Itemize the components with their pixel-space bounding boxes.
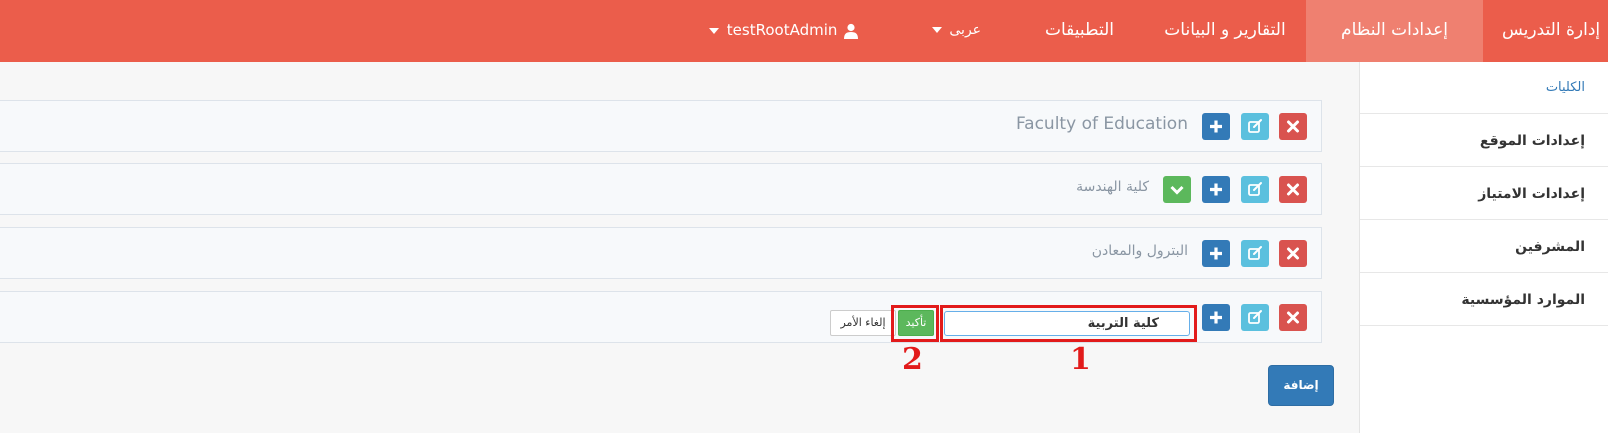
user-icon — [844, 23, 859, 39]
faculty-name: كلية الهندسة — [1076, 179, 1149, 195]
nav-label: التقارير و البيانات — [1164, 20, 1286, 40]
nav-label: التطبيقات — [1044, 20, 1115, 40]
sidebar-item-institutional-resources[interactable]: الموارد المؤسسية — [1360, 274, 1608, 326]
chevron-down-icon — [1170, 185, 1184, 195]
user-dropdown[interactable]: testRootAdmin — [706, 0, 866, 62]
edit-button[interactable] — [1241, 304, 1269, 331]
add-child-button[interactable] — [1202, 113, 1230, 140]
nav-reports-data[interactable]: التقارير و البيانات — [1145, 0, 1305, 62]
close-icon — [1287, 120, 1299, 133]
delete-button[interactable] — [1279, 176, 1307, 203]
faculties-panel: Faculty of Education كلية الهندسة البترو… — [0, 62, 1359, 433]
caret-down-icon — [709, 27, 719, 34]
username-label: testRootAdmin — [726, 21, 838, 39]
edit-button[interactable] — [1241, 176, 1269, 203]
faculty-row: كلية الهندسة — [0, 163, 1322, 215]
caret-down-icon — [931, 27, 942, 33]
sidebar-item-internship-settings[interactable]: إعدادات الامتياز — [1360, 168, 1608, 220]
faculty-row: البترول والمعادن — [0, 227, 1322, 279]
top-navbar: إدارة التدريس إعدادات النظام التقارير و … — [0, 0, 1608, 62]
add-faculty-button[interactable]: إضافة — [1268, 365, 1334, 406]
faculty-row: Faculty of Education — [0, 100, 1322, 152]
cancel-button[interactable]: إلغاء الأمر — [830, 310, 896, 336]
edit-icon — [1248, 119, 1262, 133]
edit-icon — [1248, 246, 1262, 260]
expand-button[interactable] — [1163, 176, 1191, 203]
sidebar-item-faculties[interactable]: الكليات — [1360, 62, 1608, 114]
edit-button[interactable] — [1241, 240, 1269, 267]
nav-label: إدارة التدريس — [1502, 20, 1601, 40]
sidebar-item-supervisors[interactable]: المشرفين — [1360, 221, 1608, 273]
edit-icon — [1248, 310, 1262, 324]
plus-icon — [1210, 311, 1222, 324]
plus-icon — [1210, 247, 1222, 260]
edit-button[interactable] — [1241, 113, 1269, 140]
add-child-button[interactable] — [1202, 240, 1230, 267]
marker-2: 2 — [902, 342, 923, 377]
add-child-button[interactable] — [1202, 176, 1230, 203]
nav-teaching-management[interactable]: إدارة التدريس — [1488, 0, 1608, 62]
faculty-name: البترول والمعادن — [1091, 243, 1188, 259]
close-icon — [1287, 311, 1299, 324]
close-icon — [1287, 247, 1299, 260]
delete-button[interactable] — [1279, 113, 1307, 140]
edit-icon — [1248, 182, 1262, 196]
highlight-box-1 — [940, 305, 1197, 342]
sidebar-item-site-settings[interactable]: إعدادات الموقع — [1360, 115, 1608, 167]
close-icon — [1287, 183, 1299, 196]
delete-button[interactable] — [1279, 304, 1307, 331]
delete-button[interactable] — [1279, 240, 1307, 267]
marker-1: 1 — [1070, 342, 1091, 377]
language-dropdown[interactable]: عربى — [915, 0, 995, 62]
nav-label: إعدادات النظام — [1341, 20, 1448, 40]
plus-icon — [1210, 120, 1222, 133]
nav-applications[interactable]: التطبيقات — [1027, 0, 1132, 62]
plus-icon — [1210, 183, 1222, 196]
highlight-box-2 — [891, 305, 939, 342]
settings-sidebar: الكليات إعدادات الموقع إعدادات الامتياز … — [1359, 62, 1608, 433]
nav-system-settings[interactable]: إعدادات النظام — [1306, 0, 1483, 62]
language-label: عربى — [949, 22, 982, 38]
add-child-button[interactable] — [1202, 304, 1230, 331]
faculty-name: Faculty of Education — [1015, 114, 1188, 134]
